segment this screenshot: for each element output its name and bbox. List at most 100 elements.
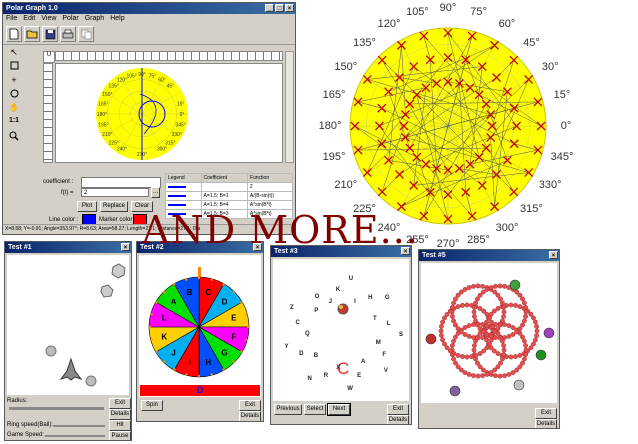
letter-option[interactable]: L xyxy=(387,321,391,327)
test1-canvas[interactable] xyxy=(7,255,129,395)
ring-bead xyxy=(501,314,507,319)
rect-icon[interactable] xyxy=(5,61,23,75)
letter-option[interactable]: S xyxy=(399,332,403,338)
ring-bead xyxy=(471,335,476,340)
coefficient-cell xyxy=(200,182,248,192)
test3-details-button[interactable]: Details xyxy=(387,415,409,424)
letter-option[interactable]: M xyxy=(376,340,381,346)
test1-exit-button[interactable]: Exit xyxy=(109,398,131,409)
letter-option[interactable]: D xyxy=(299,351,303,357)
letter-option[interactable]: A xyxy=(361,359,365,365)
degree-label: 180° xyxy=(318,120,342,132)
save-icon[interactable] xyxy=(42,26,58,42)
radius-slider[interactable] xyxy=(9,407,104,410)
function-browse-button[interactable]: ... xyxy=(151,187,160,198)
letter-option[interactable]: O xyxy=(315,294,320,300)
test5-close-button[interactable]: × xyxy=(549,251,558,259)
ring-bead xyxy=(442,341,447,347)
spin-button[interactable]: Spin xyxy=(141,400,163,411)
ring-bead xyxy=(497,335,503,341)
letter-option[interactable]: N xyxy=(307,376,311,382)
letter-option[interactable]: K xyxy=(336,287,340,293)
ring-bead xyxy=(497,373,503,379)
graph-canvas[interactable]: 90° 105° 75° 120° 60° 135° 45° 150° 165° 15° 180° 0… xyxy=(55,63,283,163)
coefficient-input[interactable] xyxy=(81,177,161,188)
letter-option[interactable]: V xyxy=(384,368,388,374)
ring-bead xyxy=(449,314,455,319)
letter-option[interactable]: Z xyxy=(290,305,294,311)
table-row[interactable]: A=1.5; B=1 A/(B-sin(t)) xyxy=(165,191,294,201)
menu-view[interactable]: View xyxy=(41,14,56,24)
ring-bead xyxy=(449,305,455,310)
function-select[interactable]: 2 xyxy=(81,188,149,197)
ring-speed-slider[interactable] xyxy=(53,425,105,427)
letter-option[interactable]: R xyxy=(324,373,328,379)
ring-bead xyxy=(508,354,514,360)
letter-option[interactable]: W xyxy=(347,386,353,392)
letter-option[interactable]: Y xyxy=(285,344,289,350)
test5-details-button[interactable]: Details xyxy=(535,419,557,428)
letter-option[interactable]: I xyxy=(354,299,356,305)
letter-option[interactable]: J xyxy=(329,299,332,305)
letter-option[interactable]: U xyxy=(349,276,353,282)
test1-close-button[interactable]: × xyxy=(121,243,130,251)
small-degree-label: 15° xyxy=(177,102,185,108)
circle-icon[interactable] xyxy=(5,89,23,103)
plot-button[interactable]: Plot xyxy=(77,201,97,212)
open-icon[interactable] xyxy=(24,26,40,42)
ring-bead xyxy=(523,314,529,319)
next-button[interactable]: Next xyxy=(327,403,351,416)
test1-hitarea-button[interactable]: Hit Area xyxy=(109,420,131,437)
table-row[interactable]: 2 xyxy=(165,182,294,192)
wheel-peg xyxy=(197,374,201,378)
ring-bead xyxy=(497,283,503,289)
function-cell: A/(B-sin(t)) xyxy=(246,191,294,201)
test3-exit-button[interactable]: Exit xyxy=(387,404,409,415)
menu-help[interactable]: Help xyxy=(110,14,124,24)
test5-titlebar[interactable]: Test #5 × xyxy=(419,250,559,261)
cross-icon[interactable]: + xyxy=(5,75,23,89)
copy-icon[interactable] xyxy=(78,26,94,42)
test5-canvas[interactable] xyxy=(421,263,557,403)
zoom-icon[interactable] xyxy=(5,131,23,145)
hand-icon[interactable]: ✋ xyxy=(5,103,23,117)
letter-option[interactable]: E xyxy=(357,373,361,379)
minimize-button[interactable]: _ xyxy=(265,4,274,12)
new-icon[interactable] xyxy=(6,26,22,42)
maximize-button[interactable]: □ xyxy=(275,4,284,12)
game-speed-slider[interactable] xyxy=(45,435,105,437)
letter-option[interactable]: C xyxy=(296,320,300,326)
test2-details-button[interactable]: Details xyxy=(239,411,261,421)
letter-option[interactable]: P xyxy=(314,308,318,314)
letter-option[interactable]: B xyxy=(314,353,318,359)
menu-polar[interactable]: Polar xyxy=(62,14,78,24)
pointer-icon[interactable]: ↖ xyxy=(5,47,23,61)
letter-option[interactable]: H xyxy=(368,295,372,301)
letter-option[interactable]: G xyxy=(385,295,390,301)
menu-file[interactable]: File xyxy=(6,14,17,24)
window-titlebar[interactable]: Polar Graph 1.0 _ □ × xyxy=(3,3,295,14)
menu-edit[interactable]: Edit xyxy=(23,14,35,24)
replace-button[interactable]: Replace xyxy=(100,201,128,212)
select-button[interactable]: Select xyxy=(304,404,326,415)
letter-option[interactable]: F xyxy=(382,352,386,358)
test3-canvas[interactable]: C JKUIHGTLSMFVAEWXRNBDYQCZPO xyxy=(273,259,409,401)
degree-label: 330° xyxy=(538,179,562,191)
wheel-peg xyxy=(155,350,158,353)
print-icon[interactable] xyxy=(60,26,76,42)
test2-exit-button[interactable]: Exit xyxy=(239,400,261,411)
letter-option[interactable]: T xyxy=(373,316,377,322)
menu-graph[interactable]: Graph xyxy=(85,14,104,24)
test1-pause-button[interactable]: Pause xyxy=(109,431,131,440)
test1-titlebar[interactable]: Test #1 × xyxy=(5,242,131,253)
small-degree-label: 210° xyxy=(102,132,112,138)
small-degree-label: 120° xyxy=(117,77,127,83)
letter-option[interactable]: Q xyxy=(305,331,310,337)
vertical-scrollbar[interactable] xyxy=(285,51,294,163)
previous-button[interactable]: Previous xyxy=(274,404,302,415)
test5-exit-button[interactable]: Exit xyxy=(535,408,557,419)
test2-canvas[interactable]: CDEFGHIJKLAB D xyxy=(139,255,261,397)
test1-details-button[interactable]: Details xyxy=(109,409,131,420)
letter-option[interactable]: X xyxy=(336,365,340,371)
close-button[interactable]: × xyxy=(285,4,294,12)
